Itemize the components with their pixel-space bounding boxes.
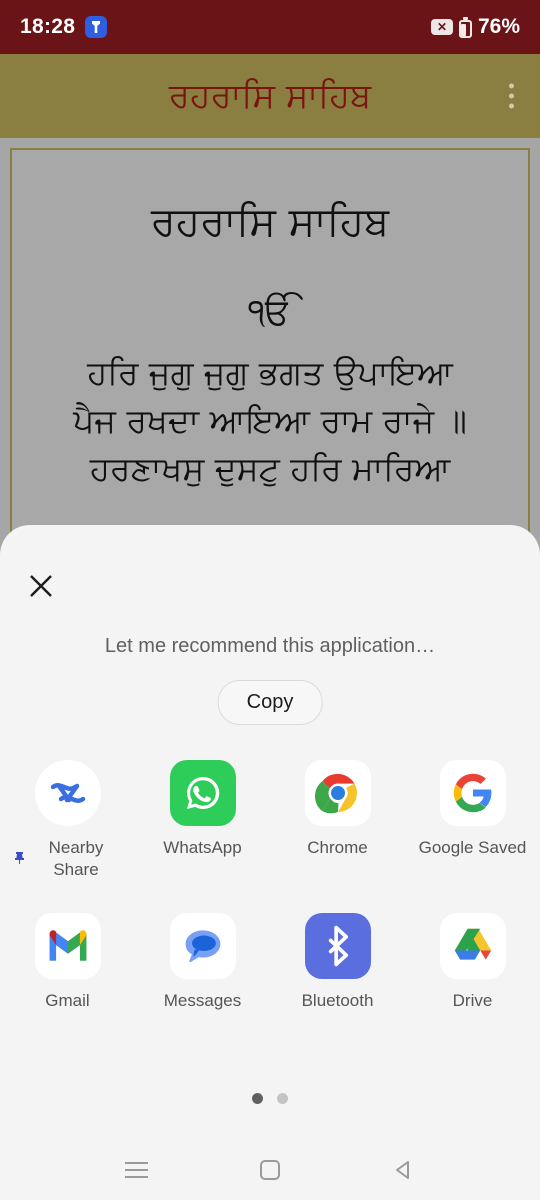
page-title: ਰਹਰਾਸਿ ਸਾਹਿਬ (168, 76, 372, 116)
status-bar-left: 18:28 (20, 15, 108, 39)
page-indicator (0, 1093, 540, 1104)
close-icon[interactable] (20, 565, 62, 607)
app-name: Nearby Share (48, 838, 104, 880)
share-target-whatsapp[interactable]: WhatsApp (135, 760, 270, 881)
app-name: Gmail (45, 991, 90, 1011)
scripture-panel: ਰਹਰਾਸਿ ਸਾਹਿਬ ੴ ਹਰਿ ਜੁਗੁ ਜੁਗੁ ਭਗਤ ਉਪਾਇਆ ਪ… (10, 148, 530, 548)
app-name: Google Saved (418, 838, 527, 857)
app-name: WhatsApp (163, 838, 242, 857)
back-icon[interactable] (375, 1148, 431, 1192)
status-time: 18:28 (20, 15, 76, 38)
share-target-nearby-share[interactable]: Nearby Share (0, 760, 135, 881)
battery-percent: 76% (477, 15, 520, 38)
copy-button[interactable]: Copy (217, 680, 323, 725)
scripture-verse: ਪੈਜ ਰਖਦਾ ਆਇਆ ਰਾਮ ਰਾਜੇ ॥ (73, 400, 467, 440)
bluetooth-icon (304, 913, 371, 980)
scripture-verse: ਹਰਣਾਖਸੁ ਦੁਸਟੁ ਹਰਿ ਮਾਰਿਆ (89, 448, 451, 488)
phone-screen: 18:28 ✕ 76% ਰਹਰਾਸਿ ਸਾਹਿਬ ਰਹਰਾਸਿ ਸਾਹਿਬ ੴ … (0, 0, 540, 1200)
pin-icon (13, 851, 26, 868)
share-message: Let me recommend this application… (104, 635, 436, 657)
status-bar-right: ✕ 76% (430, 15, 520, 39)
share-target-google-saved[interactable]: Google Saved (405, 760, 540, 881)
share-target-drive[interactable]: Drive (405, 913, 540, 1012)
google-icon (439, 760, 506, 826)
app-bar: ਰਹਰਾਸਿ ਸਾਹਿਬ (0, 54, 540, 138)
share-app-grid: Nearby Share WhatsApp Chrome Google Save… (0, 760, 540, 1012)
share-target-bluetooth[interactable]: Bluetooth (270, 913, 405, 1012)
navigation-bar (0, 1140, 540, 1200)
whatsapp-icon (169, 760, 236, 826)
messages-icon (169, 913, 236, 980)
status-bar: 18:28 ✕ 76% (0, 0, 540, 54)
battery-icon (458, 16, 472, 38)
page-dot-active[interactable] (252, 1093, 263, 1104)
nearby-share-icon (34, 760, 101, 826)
recents-icon[interactable] (109, 1148, 165, 1192)
share-target-chrome[interactable]: Chrome (270, 760, 405, 881)
chrome-icon (304, 760, 371, 826)
gmail-icon (34, 913, 101, 980)
app-name: Bluetooth (301, 991, 374, 1011)
scripture-heading: ਰਹਰਾਸਿ ਸਾਹਿਬ (150, 199, 390, 245)
share-sheet: Let me recommend this application… Copy (0, 525, 540, 1140)
google-drive-icon (439, 913, 506, 980)
app-name: Chrome (307, 838, 368, 857)
mool-mantar: ੴ (248, 292, 292, 333)
more-vertical-icon[interactable] (503, 78, 520, 115)
app-name: Messages (163, 991, 242, 1011)
app-label-wrap: Nearby Share (13, 837, 123, 881)
scripture-content[interactable]: ਰਹਰਾਸਿ ਸਾਹਿਬ ੴ ਹਰਿ ਜੁਗੁ ਜੁਗੁ ਭਗਤ ਉਪਾਇਆ ਪ… (0, 138, 540, 558)
no-sim-icon: ✕ (430, 19, 453, 35)
page-dot[interactable] (277, 1093, 288, 1104)
app-name: Drive (452, 991, 493, 1011)
share-target-gmail[interactable]: Gmail (0, 913, 135, 1012)
scripture-verse: ਹਰਿ ਜੁਗੁ ਜੁਗੁ ਭਗਤ ਉਪਾਇਆ (87, 353, 453, 392)
share-target-messages[interactable]: Messages (135, 913, 270, 1012)
flashlight-icon (85, 16, 108, 38)
home-icon[interactable] (242, 1148, 298, 1192)
